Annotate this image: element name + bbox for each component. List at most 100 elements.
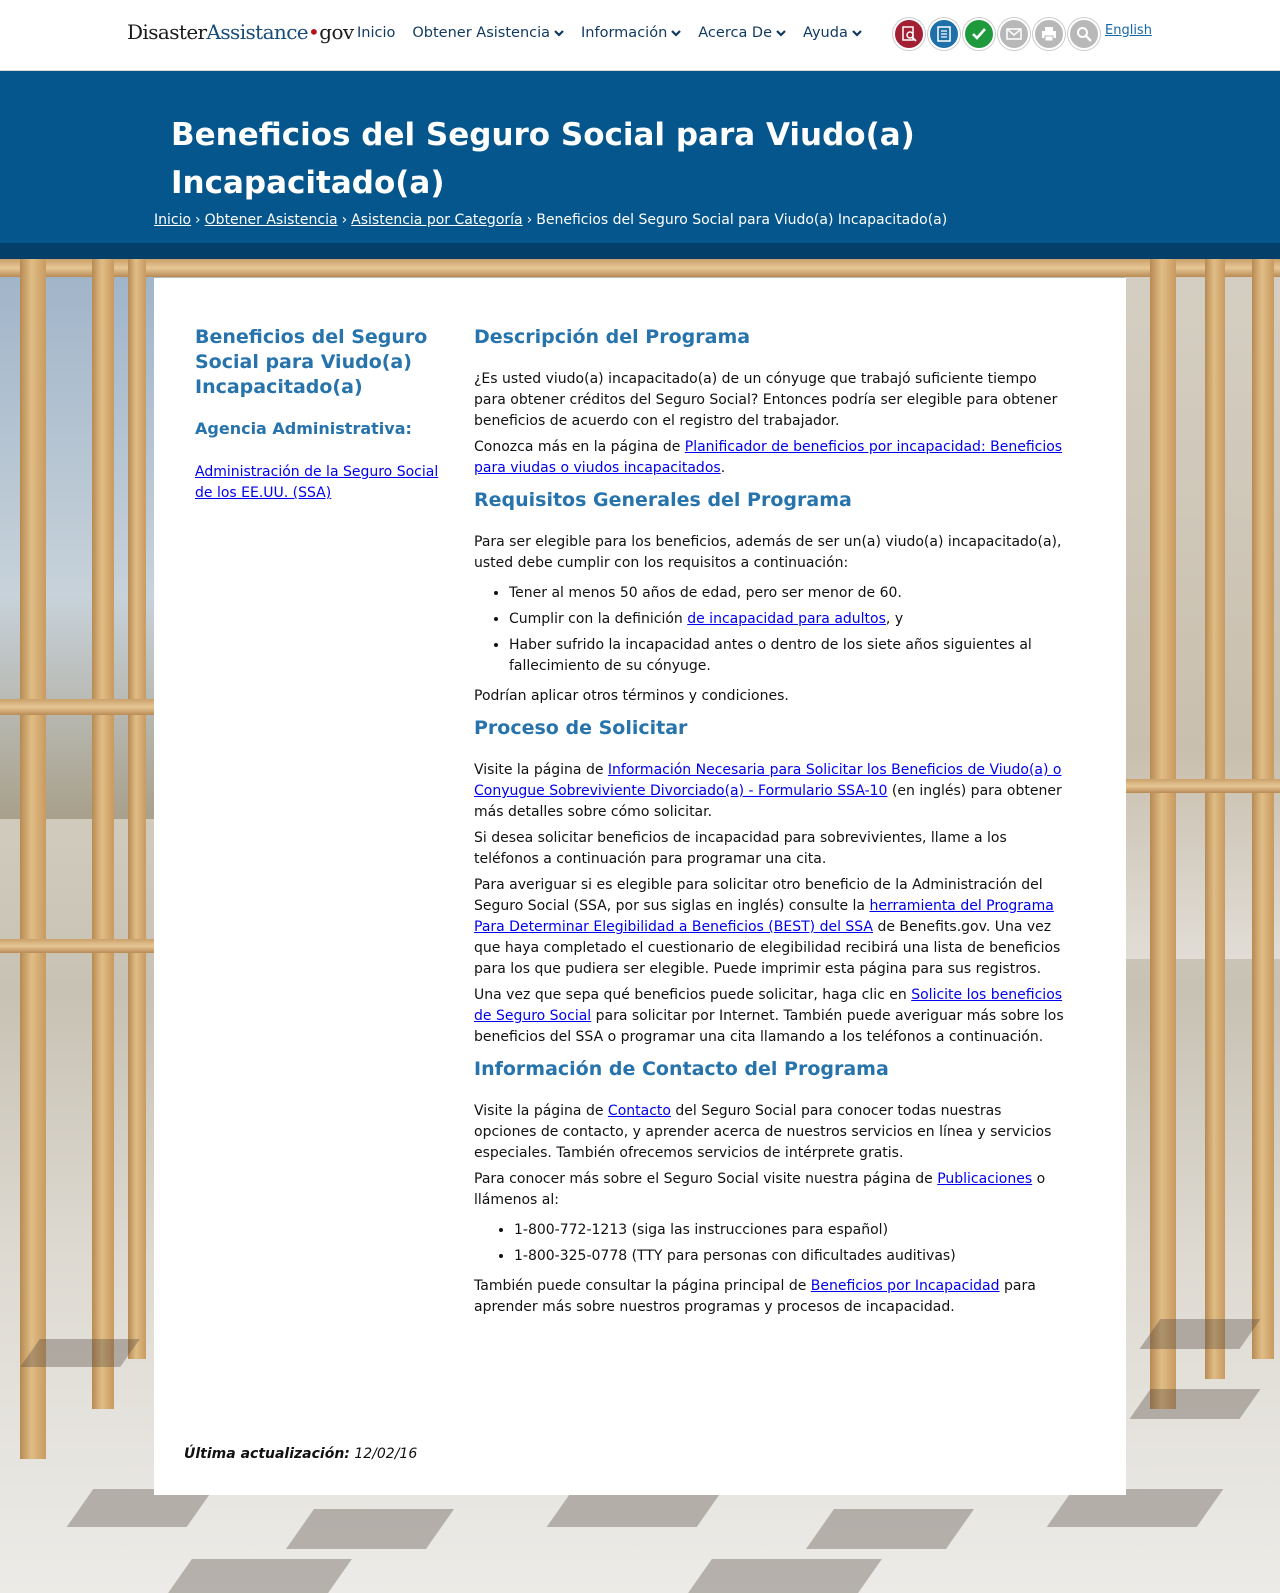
text: Cumplir con la definición [509, 611, 688, 627]
breadcrumb-current: Beneficios del Seguro Social para Viudo(… [536, 212, 948, 228]
breadcrumb-link-obtener-asistencia[interactable]: Obtener Asistencia [205, 212, 338, 228]
nav-item-obtener-asistencia[interactable]: Obtener Asistencia [412, 25, 564, 41]
text: Visite la página de [474, 762, 608, 778]
paragraph: También puede consultar la página princi… [474, 1276, 1064, 1318]
photo-stud [1205, 259, 1225, 1379]
requirements-list: Tener al menos 50 años de edad, pero ser… [509, 583, 1064, 677]
link-publicaciones[interactable]: Publicaciones [937, 1171, 1032, 1187]
section-descripcion: Descripción del Programa ¿Es usted viudo… [474, 324, 1064, 479]
paragraph: Visite la página de Información Necesari… [474, 760, 1064, 823]
photo-floor-shadow [285, 1509, 455, 1549]
section-heading: Requisitos Generales del Programa [474, 489, 852, 511]
paragraph: Visite la página de Contacto del Seguro … [474, 1101, 1064, 1164]
last-updated: Última actualización: 12/02/16 [184, 1446, 417, 1462]
content-card: Beneficios del Seguro Social para Viudo(… [154, 278, 1126, 1495]
check-icon[interactable] [963, 18, 995, 50]
paragraph: Una vez que sepa qué beneficios puede so… [474, 985, 1064, 1048]
photo-stud [128, 259, 146, 1359]
mail-icon[interactable] [998, 18, 1030, 50]
main-nav: Inicio Obtener Asistencia Información Ac… [357, 25, 862, 41]
sidebar-title: Beneficios del Seguro Social para Viudo(… [195, 326, 428, 398]
paragraph: Para conocer más sobre el Seguro Social … [474, 1169, 1064, 1211]
main-content: Descripción del Programa ¿Es usted viudo… [474, 324, 1064, 1326]
logo-text-disaster: Disaster [127, 20, 207, 44]
language-link-english[interactable]: English [1105, 23, 1152, 38]
magnifier-icon[interactable] [1068, 18, 1100, 50]
site-logo[interactable]: DisasterAssistance•gov [127, 20, 354, 44]
breadcrumb-separator: › [526, 212, 533, 228]
last-updated-label: Última actualización: [184, 1446, 350, 1462]
section-requisitos: Requisitos Generales del Programa Para s… [474, 487, 1064, 707]
paragraph: ¿Es usted viudo(a) incapacitado(a) de un… [474, 371, 1058, 429]
nav-item-informacion[interactable]: Información [581, 25, 682, 41]
text: Para conocer más sobre el Seguro Social … [474, 1171, 938, 1187]
link-beneficios-incapacidad[interactable]: Beneficios por Incapacidad [811, 1278, 1000, 1294]
sidebar-agency-label: Agencia Administrativa: [195, 419, 412, 438]
nav-label: Inicio [357, 25, 396, 41]
nav-label: Obtener Asistencia [412, 25, 551, 41]
nav-item-acerca-de[interactable]: Acerca De [698, 25, 786, 41]
breadcrumb: Inicio › Obtener Asistencia › Asistencia por… [154, 212, 947, 228]
photo-floor-shadow [20, 1339, 140, 1367]
phone-number: 1-800-772-1213 (siga las instrucciones p… [514, 1220, 1064, 1241]
text: Visite la página de [474, 1103, 608, 1119]
list-item: Cumplir con la definición de incapacidad… [509, 609, 1064, 630]
paragraph: Conozca más en la página de Planificador… [474, 437, 1064, 479]
nav-item-ayuda[interactable]: Ayuda [803, 25, 862, 41]
phone-number: 1-800-325-0778 (TTY para personas con di… [514, 1246, 1064, 1267]
text: Conozca más en la página de [474, 439, 685, 455]
logo-text-assistance: Assistance [206, 20, 309, 44]
nav-label: Información [581, 25, 668, 41]
section-contacto: Información de Contacto del Programa Vis… [474, 1056, 1064, 1318]
photo-stud [20, 259, 46, 1459]
photo-beam [0, 699, 160, 715]
page-banner: Beneficios del Seguro Social para Viudo(… [0, 71, 1280, 243]
search-document-icon[interactable] [893, 18, 925, 50]
section-heading: Información de Contacto del Programa [474, 1058, 889, 1080]
nav-label: Acerca De [698, 25, 773, 41]
paragraph: Si desea solicitar beneficios de incapac… [474, 830, 1007, 867]
photo-beam [1125, 779, 1280, 793]
breadcrumb-separator: › [195, 212, 201, 228]
breadcrumb-link-inicio[interactable]: Inicio [154, 212, 191, 228]
nav-label: Ayuda [803, 25, 848, 41]
logo-dot: • [308, 20, 320, 44]
photo-floor-shadow [1129, 1389, 1261, 1419]
photo-stud [1252, 259, 1274, 1359]
sidebar-agency-link[interactable]: Administración de la Seguro Social de lo… [195, 462, 445, 504]
photo-top-plate [0, 259, 1280, 277]
chevron-down-icon [852, 30, 862, 37]
photo-stud [1150, 259, 1176, 1409]
link-contacto[interactable]: Contacto [608, 1103, 671, 1119]
breadcrumb-separator: › [341, 212, 348, 228]
paragraph: Podrían aplicar otros términos y condici… [474, 688, 789, 704]
logo-text-gov: gov [319, 20, 354, 44]
utility-icons [893, 18, 1100, 50]
chevron-down-icon [554, 30, 564, 37]
text: . [720, 460, 726, 476]
text: También puede consultar la página princi… [474, 1278, 811, 1294]
list-item: Haber sufrido la incapacidad antes o den… [509, 635, 1064, 677]
link-incapacidad-adultos[interactable]: de incapacidad para adultos [687, 611, 886, 627]
nav-item-inicio[interactable]: Inicio [357, 25, 395, 41]
top-navigation-bar: DisasterAssistance•gov Inicio Obtener As… [0, 0, 1280, 71]
section-heading: Proceso de Solicitar [474, 717, 688, 739]
checklist-icon[interactable] [928, 18, 960, 50]
list-item: Tener al menos 50 años de edad, pero ser… [509, 583, 1064, 604]
section-proceso: Proceso de Solicitar Visite la página de… [474, 715, 1064, 1048]
chevron-down-icon [776, 30, 786, 37]
paragraph: Para averiguar si es elegible para solic… [474, 875, 1064, 980]
chevron-down-icon [671, 30, 682, 37]
section-heading: Descripción del Programa [474, 326, 751, 348]
print-icon[interactable] [1033, 18, 1065, 50]
photo-stud [92, 259, 114, 1409]
photo-floor-shadow [805, 1509, 975, 1549]
text: Una vez que sepa qué beneficios puede so… [474, 987, 912, 1003]
phone-list: 1-800-772-1213 (siga las instrucciones p… [514, 1220, 1064, 1267]
page-title: Beneficios del Seguro Social para Viudo(… [171, 117, 915, 201]
photo-beam [0, 939, 160, 953]
breadcrumb-link-asistencia-por-categoria[interactable]: Asistencia por Categoría [351, 212, 522, 228]
last-updated-date: 12/02/16 [354, 1446, 418, 1462]
photo-floor-shadow [688, 1559, 882, 1593]
photo-floor-shadow [1139, 1319, 1261, 1349]
